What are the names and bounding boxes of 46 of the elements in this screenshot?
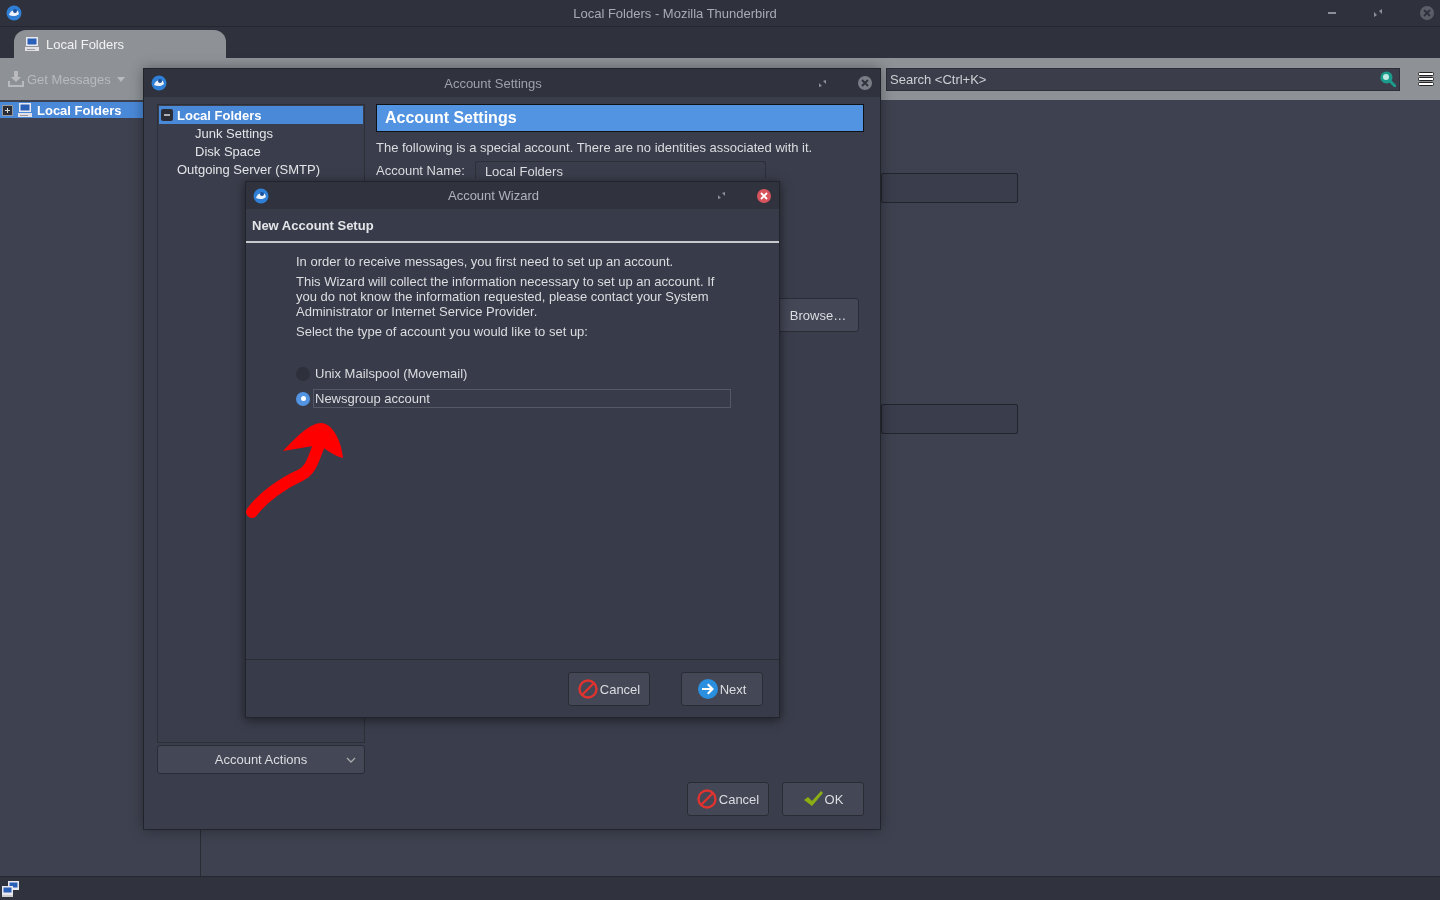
dialog-title: Account Settings bbox=[443, 75, 543, 91]
folder-item[interactable]: Local Folders bbox=[0, 102, 143, 118]
browse-button[interactable]: Browse… bbox=[777, 298, 859, 332]
maximize-icon[interactable] bbox=[1374, 9, 1382, 17]
radio-option[interactable]: Unix Mailspool (Movemail) bbox=[296, 364, 731, 383]
cancel-button[interactable]: Cancel bbox=[568, 672, 650, 706]
restore-icon[interactable] bbox=[718, 192, 725, 199]
section-heading: New Account Setup bbox=[246, 209, 779, 243]
cancel-button[interactable]: Cancel bbox=[687, 782, 769, 816]
prohibited-icon bbox=[577, 679, 598, 699]
next-button[interactable]: Next bbox=[681, 672, 763, 706]
ok-button[interactable]: OK bbox=[782, 782, 864, 816]
search-field[interactable]: Search <Ctrl+K> bbox=[886, 67, 1400, 91]
search-icon bbox=[1380, 70, 1396, 87]
collapse-icon[interactable] bbox=[161, 109, 173, 121]
restore-icon[interactable] bbox=[819, 79, 826, 87]
account-actions-button[interactable]: Account Actions bbox=[157, 745, 365, 774]
dialog-title: Account Wizard bbox=[446, 188, 540, 203]
computer-icon bbox=[24, 36, 40, 52]
input-field[interactable] bbox=[881, 404, 1018, 434]
prohibited-icon bbox=[696, 789, 717, 809]
instruction-text: In order to receive messages, you first need to set up an account. bbox=[296, 254, 675, 269]
menu-icon[interactable] bbox=[1418, 72, 1434, 86]
tree-item[interactable]: Local Folders bbox=[159, 106, 363, 124]
arrow-right-icon bbox=[697, 679, 718, 699]
instruction-text: Select the type of account you would like to set up: bbox=[296, 324, 589, 339]
app-logo-icon bbox=[253, 187, 269, 204]
field-label: Account Name: bbox=[376, 163, 465, 178]
download-icon bbox=[8, 71, 24, 87]
network-icon bbox=[2, 880, 20, 897]
instruction-text: This Wizard will collect the information necessary to set up an account. If you do not know the information requested, please contact your System Administrator or Internet Service Provider. bbox=[296, 274, 716, 319]
app-logo-icon bbox=[151, 75, 167, 91]
app-logo-icon bbox=[6, 5, 22, 21]
computer-icon bbox=[17, 102, 33, 118]
tree-item[interactable]: Outgoing Server (SMTP) bbox=[159, 160, 363, 178]
page-heading: Account Settings bbox=[376, 104, 864, 132]
window-title: Local Folders - Mozilla Thunderbird bbox=[572, 5, 778, 21]
tree-item[interactable]: Disk Space bbox=[159, 142, 363, 160]
close-icon[interactable] bbox=[757, 188, 771, 203]
chevron-down-icon bbox=[346, 756, 356, 763]
input-field[interactable] bbox=[881, 173, 1018, 203]
account-name-field[interactable]: Local Folders bbox=[474, 161, 766, 178]
expand-icon[interactable] bbox=[2, 104, 13, 116]
tree-item[interactable]: Junk Settings bbox=[159, 124, 363, 142]
description-text: The following is a special account. There are no identities associated with it. bbox=[376, 140, 814, 155]
checkmark-icon bbox=[802, 789, 823, 809]
